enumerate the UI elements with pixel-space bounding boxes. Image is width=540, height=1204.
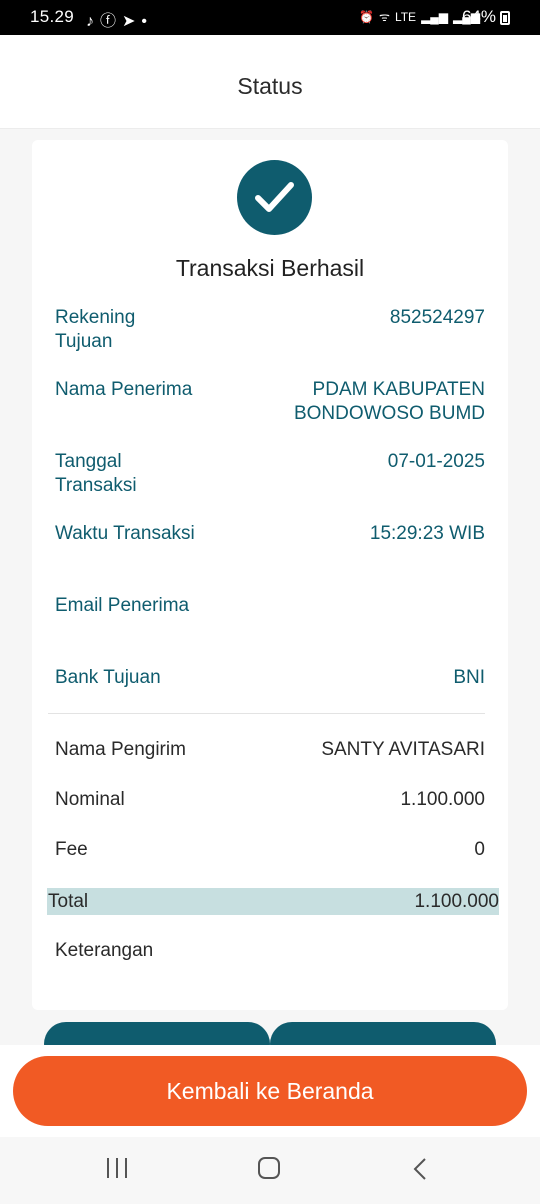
telegram-icon: ➤ [122,13,136,30]
summary-value: SANTY AVITASARI [321,739,485,760]
tiktok-icon: ♪ [86,13,94,30]
summary-value: 0 [474,839,485,860]
detail-label: Waktu Transaksi [55,523,195,544]
detail-value: PDAM KABUPATEN BONDOWOSO BUMD [293,379,485,424]
page-title: Status [237,73,303,99]
facebook-icon: ⓕ [100,13,117,30]
status-bar: 15.29 ♪ ⓕ ➤ • ⏰ ᯤ LTE ▂▄▆ ▂▄▆ 64% [0,0,540,35]
battery-icon [500,11,510,25]
detail-label: Nama Penerima [55,379,193,400]
success-icon [237,160,312,235]
notification-icons: ♪ ⓕ ➤ • [86,7,153,31]
status-time: 15.29 [30,7,75,26]
detail-label: Rekening Tujuan [55,307,136,352]
transaction-status-title: Transaksi Berhasil [175,255,365,281]
note-label: Keterangan [55,940,154,961]
home-icon[interactable] [258,1157,280,1179]
detail-label: Tanggal Transaksi [55,451,137,496]
recents-icon[interactable] [107,1158,134,1183]
detail-label: Email Penerima [55,595,190,616]
volte-icon: LTE [394,10,417,24]
signal-icon: ▂▄▆ [421,10,449,24]
summary-label: Fee [55,839,88,860]
detail-value: 852524297 [389,307,485,328]
wifi-icon: ᯤ [378,10,390,24]
alarm-icon: ⏰ [359,10,374,24]
battery-level: 64% [461,7,496,26]
divider [48,713,485,714]
transaction-card: Transaksi Berhasil Rekening Tujuan 85252… [32,140,508,1010]
summary-value: 1.100.000 [400,789,485,810]
total-label: Total [48,891,89,912]
dot-icon: • [141,13,148,30]
summary-label: Nominal [55,789,125,810]
system-nav-bar [0,1137,540,1204]
detail-value: 15:29:23 WIB [369,523,485,544]
total-value: 1.100.000 [414,891,499,912]
back-icon[interactable] [412,1157,428,1186]
back-to-home-button[interactable]: Kembali ke Beranda [13,1056,527,1126]
detail-value: BNI [453,667,485,688]
detail-value: 07-01-2025 [387,451,485,472]
app-header: Status [0,35,540,129]
total-row: Total 1.100.000 [47,888,499,915]
